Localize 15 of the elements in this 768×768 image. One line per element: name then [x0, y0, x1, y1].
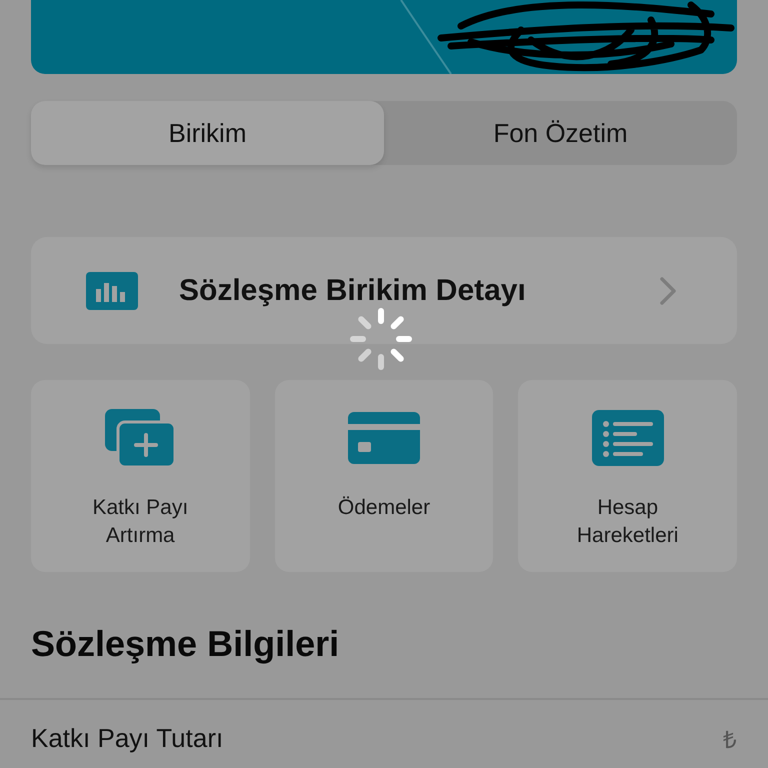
detail-row[interactable]: Sözleşme Birikim Detayı: [31, 237, 737, 344]
detail-title: Sözleşme Birikim Detayı: [179, 274, 527, 308]
credit-card-icon: [348, 412, 420, 464]
info-value: ₺: [723, 726, 737, 755]
segment-tab[interactable]: Birikim: [31, 101, 384, 165]
action-tile[interactable]: Hesap Hareketleri: [518, 380, 737, 572]
bar-chart-icon: [86, 272, 138, 310]
action-tile[interactable]: Katkı Payı Artırma: [31, 380, 250, 572]
segment-tab[interactable]: Fon Özetim: [384, 101, 737, 165]
list-icon: [592, 410, 664, 466]
chevron-right-icon: [659, 276, 677, 306]
action-tile[interactable]: Ödemeler: [274, 380, 494, 572]
info-label: Katkı Payı Tutarı: [31, 723, 224, 754]
add-card-icon: [105, 409, 176, 467]
section-title: Sözleşme Bilgileri: [31, 622, 340, 666]
